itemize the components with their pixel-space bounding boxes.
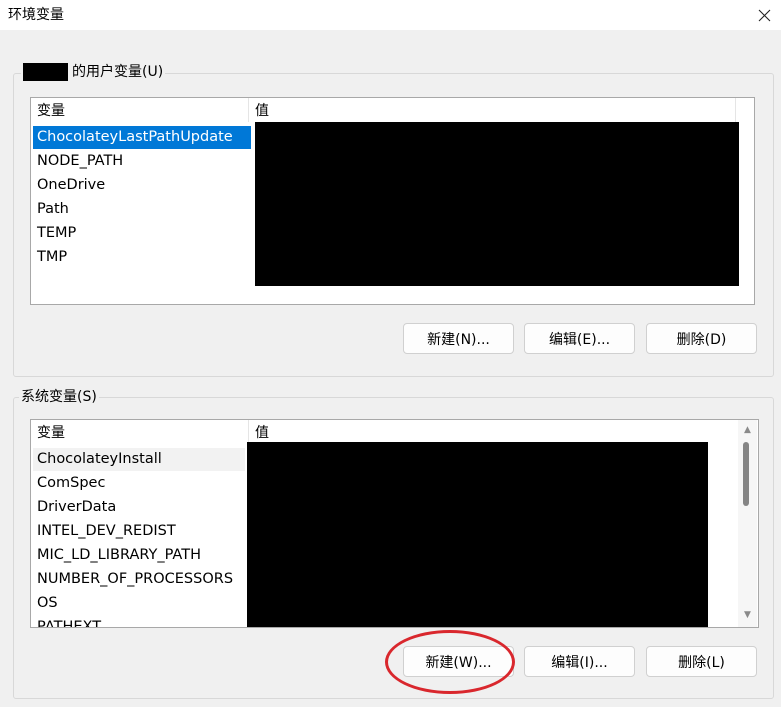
list-item[interactable]: OS — [33, 592, 245, 615]
system-variables-label: 系统变量(S) — [21, 389, 97, 405]
system-variables-list-header: 变量 值 — [31, 420, 758, 444]
user-variables-list-header: 变量 值 — [31, 98, 754, 122]
redacted-user-values — [255, 122, 739, 286]
list-item[interactable]: ChocolateyLastPathUpdate — [33, 126, 251, 149]
list-item[interactable]: NODE_PATH — [33, 150, 251, 173]
list-item[interactable]: MIC_LD_LIBRARY_PATH — [33, 544, 245, 567]
close-button[interactable] — [751, 2, 777, 28]
user-variables-label: 的用户变量(U) — [72, 64, 164, 80]
column-header-variable[interactable]: 变量 — [31, 420, 248, 444]
system-edit-button[interactable]: 编辑(I)... — [524, 646, 635, 677]
list-item[interactable]: Path — [33, 198, 251, 221]
list-item[interactable]: NUMBER_OF_PROCESSORS — [33, 568, 245, 591]
column-header-variable[interactable]: 变量 — [31, 98, 248, 122]
scroll-down-icon[interactable]: ▼ — [738, 607, 757, 623]
system-new-button[interactable]: 新建(W)... — [403, 646, 514, 677]
list-item[interactable]: DriverData — [33, 496, 245, 519]
window-title: 环境变量 — [8, 7, 64, 23]
user-delete-button[interactable]: 删除(D) — [646, 323, 757, 354]
title-bar: 环境变量 — [0, 0, 781, 30]
close-icon — [758, 9, 770, 21]
column-header-filler — [735, 98, 754, 122]
list-item[interactable]: TEMP — [33, 222, 251, 245]
user-variables-group-title: 的用户变量(U) — [21, 63, 166, 81]
column-header-value[interactable]: 值 — [248, 98, 735, 122]
user-new-button[interactable]: 新建(N)... — [403, 323, 514, 354]
list-item[interactable]: ChocolateyInstall — [33, 448, 245, 471]
scrollbar-thumb[interactable] — [743, 442, 749, 506]
list-item[interactable]: TMP — [33, 246, 251, 269]
list-item[interactable]: ComSpec — [33, 472, 245, 495]
user-edit-button[interactable]: 编辑(E)... — [524, 323, 635, 354]
scroll-up-icon[interactable]: ▲ — [738, 422, 757, 438]
redacted-username — [23, 63, 68, 81]
system-delete-button[interactable]: 删除(L) — [646, 646, 757, 677]
redacted-system-values — [247, 442, 708, 627]
list-item[interactable]: OneDrive — [33, 174, 251, 197]
system-variables-list[interactable]: 变量 值 ChocolateyInstall ComSpec DriverData I… — [30, 419, 759, 628]
list-item[interactable]: INTEL_DEV_REDIST — [33, 520, 245, 543]
system-variables-scrollbar[interactable]: ▲ ▼ — [738, 420, 757, 627]
user-variables-list[interactable]: 变量 值 ChocolateyLastPathUpdate NODE_PATH On… — [30, 97, 755, 305]
system-variables-group-title: 系统变量(S) — [19, 388, 99, 406]
list-item[interactable]: PATHEXT — [33, 616, 245, 627]
column-header-value[interactable]: 值 — [248, 420, 738, 444]
